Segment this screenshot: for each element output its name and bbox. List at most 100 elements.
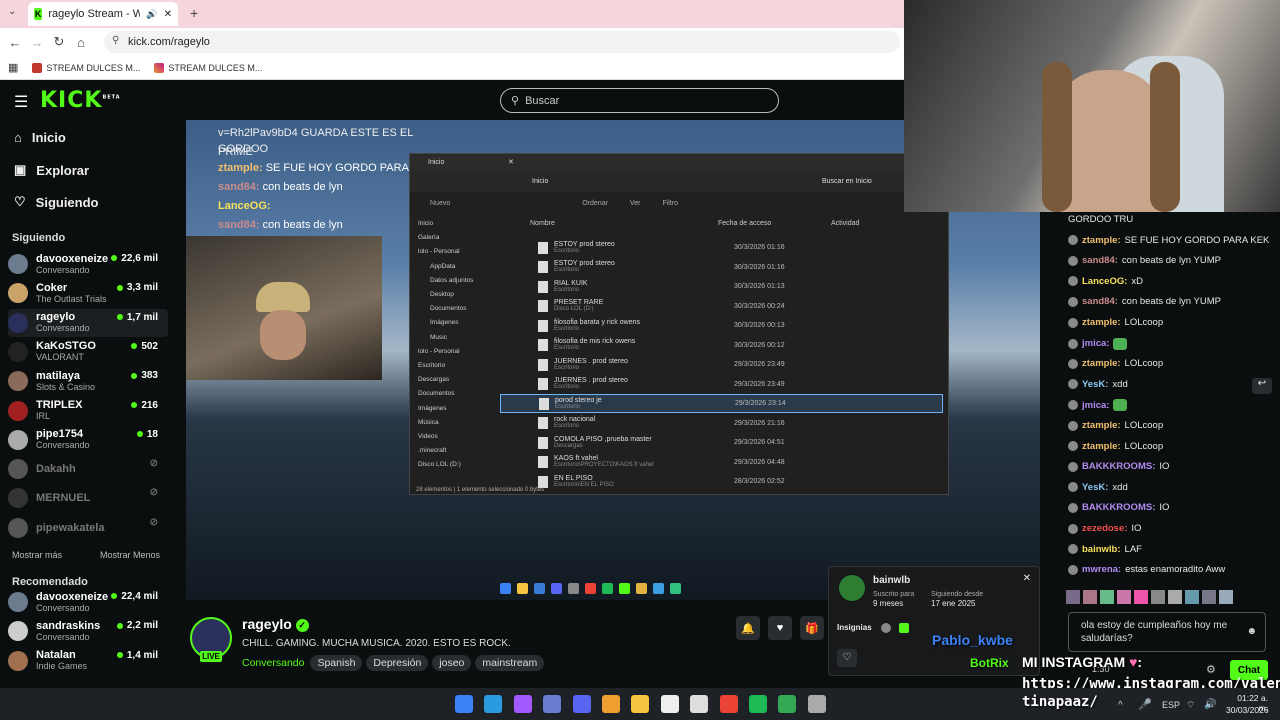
popup-username[interactable]: bainwlb [873, 575, 910, 586]
emote-icon[interactable] [1134, 590, 1148, 604]
explorer-nav-item[interactable]: Documentos [418, 305, 528, 312]
reply-icon[interactable]: ↩ [1252, 378, 1272, 394]
explorer-nav-item[interactable]: Inicio [418, 220, 528, 227]
tray-chevron-icon[interactable]: ^ [1118, 700, 1123, 711]
sidebar-channel[interactable]: matilaya Slots & Casino 383 [8, 367, 168, 395]
explorer-nav-item[interactable]: Disco LOL (D:) [418, 461, 528, 468]
sidebar-channel[interactable]: pipewakatela ⊘ [8, 514, 168, 542]
menu-icon[interactable]: ☰ [14, 92, 28, 112]
chat-username[interactable]: jmica: [1082, 400, 1109, 411]
chat-username[interactable]: ztample: [1082, 420, 1121, 431]
back-icon[interactable]: ← [4, 35, 26, 50]
kick-logo[interactable]: KICKBETA [40, 88, 121, 113]
file-row[interactable]: PRESET RARE Disco LOL (D:) 30/3/2026 00:24 [535, 297, 950, 316]
mic-icon[interactable]: 🎤 [1138, 698, 1152, 711]
chat-username[interactable]: YesK: [1082, 482, 1108, 493]
file-row[interactable]: KAOS ft vahel Escritorio\PROYECTO\KAOS ft… [535, 453, 950, 472]
follow-heart-icon[interactable]: ♡ [837, 649, 857, 667]
chat-message[interactable]: ztample: LOLcoop [1068, 317, 1163, 328]
file-row[interactable]: filosofia de mis rick owens Escritorio 30/… [535, 336, 950, 355]
file-row[interactable]: ESTOY prod stereo Escritorio 30/3/2026 01:… [535, 258, 950, 277]
chat-username[interactable]: sand84: [1082, 296, 1118, 307]
chat-message[interactable]: ztample: LOLcoop [1068, 441, 1163, 452]
follow-heart-icon[interactable]: ♥ [768, 616, 792, 640]
wifi-icon[interactable]: ⌔ [1186, 699, 1195, 712]
chat-username[interactable]: ztample: [1082, 317, 1121, 328]
notification-bell-icon[interactable]: 🔔 [736, 616, 760, 640]
emote-icon[interactable] [1202, 590, 1216, 604]
chrome-icon[interactable] [719, 695, 738, 713]
explorer-nav-item[interactable]: Escritorio [418, 362, 528, 369]
folder-icon[interactable] [631, 695, 650, 713]
tag[interactable]: Spanish [310, 655, 363, 671]
chat-message[interactable]: jmica: [1068, 399, 1128, 412]
emote-icon[interactable] [1100, 590, 1114, 604]
channel-name[interactable]: rageylo [242, 616, 292, 632]
chat-message[interactable]: sand84: con beats de lyn YUMP [1068, 296, 1221, 307]
forward-icon[interactable]: → [26, 35, 48, 50]
toolbar-sort[interactable]: Ordenar [582, 200, 608, 207]
fl-studio-icon[interactable] [602, 695, 620, 713]
explorer-nav-item[interactable]: .minecraft [418, 447, 528, 454]
search-input[interactable]: ⚲ Buscar [500, 88, 779, 113]
sidebar-channel[interactable]: davooxeneize Conversando 22,4 mil [8, 588, 168, 616]
explorer-nav-item[interactable]: lolo - Personal [418, 248, 528, 255]
tab-close-icon[interactable]: ✕ [164, 9, 172, 20]
volume-icon[interactable]: 🔊 [1204, 699, 1216, 710]
file-row[interactable]: RIAL KUIK Escritorio 30/3/2026 01:13 [535, 277, 950, 296]
explorer-nav-item[interactable]: Imágenes [418, 319, 528, 326]
explorer-search[interactable]: Buscar en Inicio [822, 178, 872, 185]
explorer-tab[interactable]: Inicio [428, 159, 444, 166]
sidebar-channel[interactable]: Coker The Outlast Trials 3,3 mil [8, 279, 168, 307]
media-player-icon[interactable] [807, 695, 826, 713]
chat-message[interactable]: GORDOO TRU [1068, 214, 1133, 225]
sidebar-channel[interactable]: MERNUEL ⊘ [8, 484, 168, 512]
chat-message[interactable]: ztample: SE FUE HOY GORDO PARA KEK [1068, 235, 1269, 246]
explorer-nav-item[interactable]: AppData [418, 263, 528, 270]
reload-icon[interactable]: ↻ [48, 34, 70, 50]
emote-icon[interactable] [1185, 590, 1199, 604]
chat-message[interactable]: ztample: LOLcoop [1068, 358, 1163, 369]
close-icon[interactable]: ✕ [1023, 573, 1031, 584]
explorer-nav-item[interactable]: Desktop [418, 291, 528, 298]
close-icon[interactable]: ✕ [508, 158, 514, 166]
chat-message[interactable]: BAKKKROOMS: IO [1068, 502, 1169, 513]
emote-icon[interactable] [1066, 590, 1080, 604]
explorer-nav-item[interactable]: Music [418, 334, 528, 341]
chat-message[interactable]: YesK: xdd [1068, 482, 1128, 493]
emoji-icon[interactable]: ☻ [1246, 625, 1257, 638]
sidebar-channel[interactable]: rageylo Conversando 1,7 mil [8, 308, 168, 337]
explorer-nav-item[interactable]: Videos [418, 433, 528, 440]
chat-username[interactable]: jmica: [1082, 338, 1109, 349]
chat-message[interactable]: ztample: LOLcoop [1068, 420, 1163, 431]
tab-menu-icon[interactable]: ⌄ [8, 6, 16, 17]
explorer-nav-item[interactable]: Galería [418, 234, 528, 241]
col-date[interactable]: Fecha de acceso [718, 220, 831, 227]
sidebar-channel[interactable]: pipe1754 Conversando 18 [8, 426, 168, 454]
chat-username[interactable]: YesK: [1082, 379, 1108, 390]
chat-username[interactable]: bainwlb: [1082, 544, 1121, 555]
audio-icon[interactable]: 🔊 [146, 9, 157, 20]
file-row[interactable]: COMOLA PISO ,prueba master Descargas 29/3/… [535, 433, 950, 452]
col-activity[interactable]: Actividad [831, 220, 859, 227]
file-icon[interactable] [660, 695, 679, 713]
chat-username[interactable]: BAKKKROOMS: [1082, 461, 1155, 472]
file-row[interactable]: filosofia barata y rick owens Escritorio 3… [535, 316, 950, 335]
url-field[interactable]: ⚲ kick.com/rageylo [104, 31, 900, 53]
new-tab-icon[interactable]: + [190, 5, 198, 21]
spotify-icon[interactable] [749, 695, 767, 713]
discord-icon[interactable] [572, 695, 591, 713]
sidebar-channel[interactable]: TRIPLEX IRL 216 [8, 397, 168, 425]
tag[interactable]: mainstream [475, 655, 545, 671]
clock-date[interactable]: 30/03/2026 [1226, 705, 1269, 715]
file-explorer-window[interactable]: Inicio ✕ Inicio Buscar en Inicio Nuevo O… [409, 153, 950, 495]
emote-icon[interactable] [1151, 590, 1165, 604]
sidebar-channel[interactable]: davooxeneize Conversando 22,6 mil [8, 250, 168, 278]
show-more-link[interactable]: Mostrar más [12, 550, 62, 560]
obs-icon[interactable] [690, 695, 709, 713]
gift-icon[interactable]: 🎁 [800, 616, 824, 640]
windows-icon[interactable] [455, 695, 473, 713]
show-less-link[interactable]: Mostrar Menos [100, 550, 160, 560]
toolbar-view[interactable]: Ver [630, 200, 641, 207]
explorer-breadcrumb[interactable]: Inicio [532, 178, 548, 185]
